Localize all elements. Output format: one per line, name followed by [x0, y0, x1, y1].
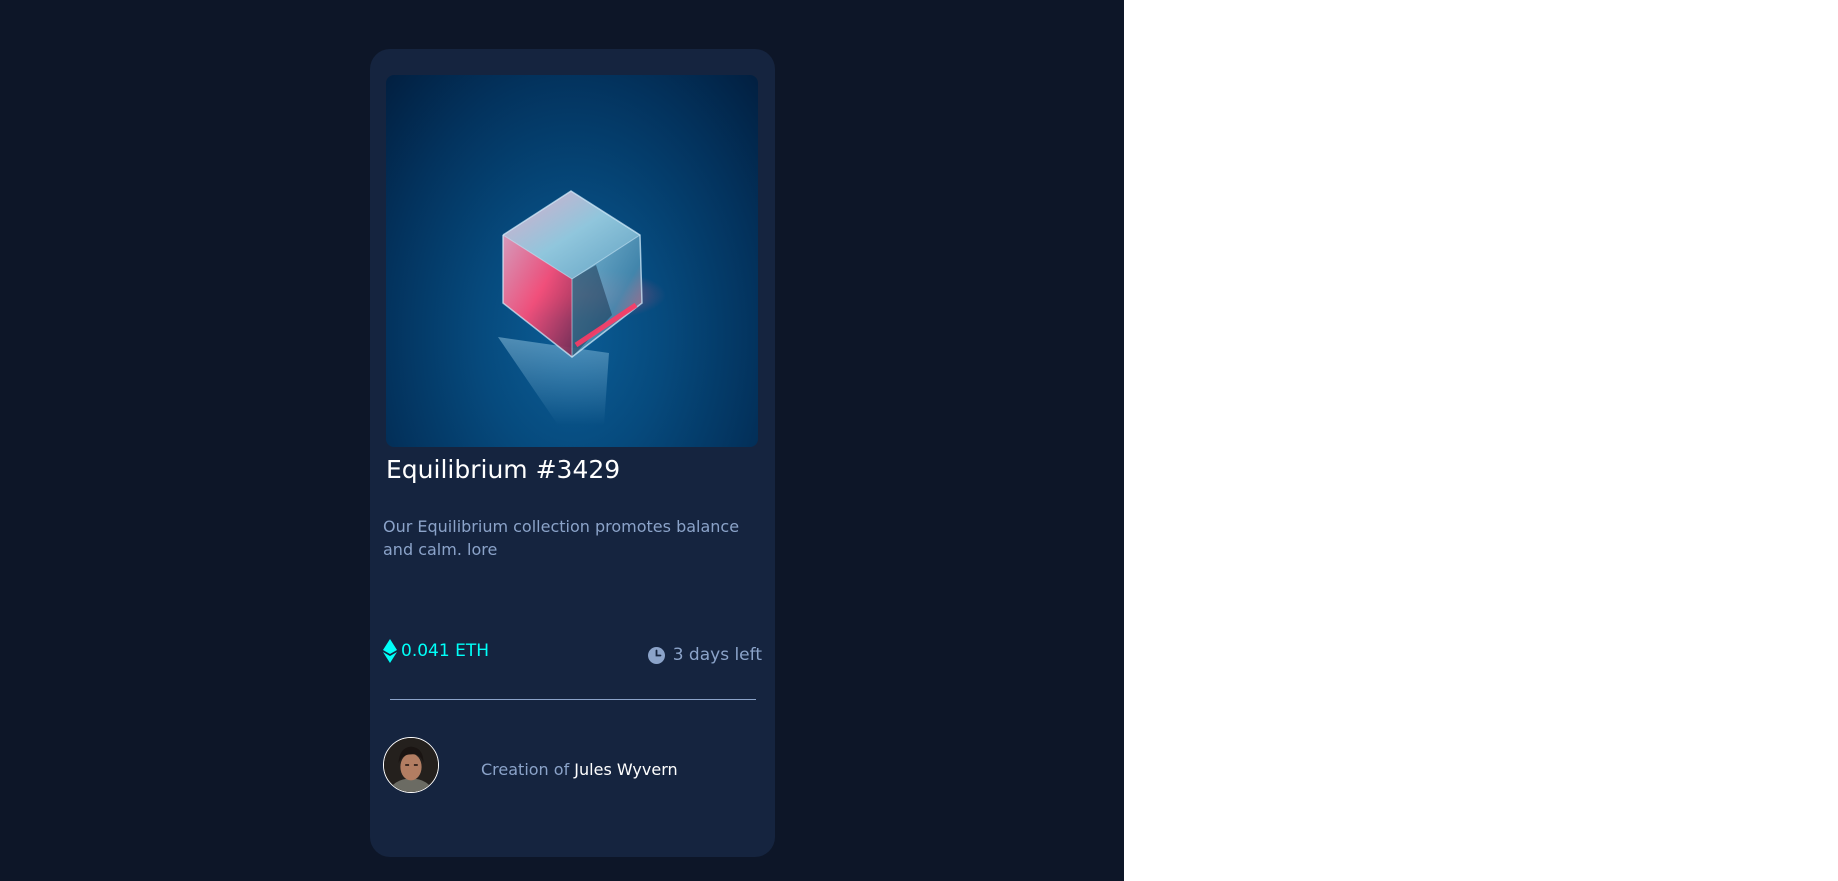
price-block: 0.041 ETH: [383, 639, 489, 663]
time-left-block: 3 days left: [647, 645, 762, 665]
creator-credit: Creation of Jules Wyvern: [481, 760, 678, 779]
card-divider: [390, 699, 756, 700]
nft-title[interactable]: Equilibrium #3429: [386, 455, 620, 484]
creator-name-link[interactable]: Jules Wyvern: [574, 760, 677, 779]
equilibrium-image[interactable]: [386, 75, 758, 447]
ethereum-icon: [383, 639, 397, 663]
price-value: 0.041 ETH: [401, 641, 489, 661]
nft-description: Our Equilibrium collection promotes bala…: [383, 517, 740, 559]
creator-prefix: Creation of: [481, 760, 575, 779]
clock-icon: [647, 646, 665, 664]
time-left-value: 3 days left: [672, 645, 762, 665]
creator-avatar: [383, 737, 439, 793]
nft-preview-card: Equilibrium #3429 Our Equilibrium collec…: [370, 49, 775, 857]
